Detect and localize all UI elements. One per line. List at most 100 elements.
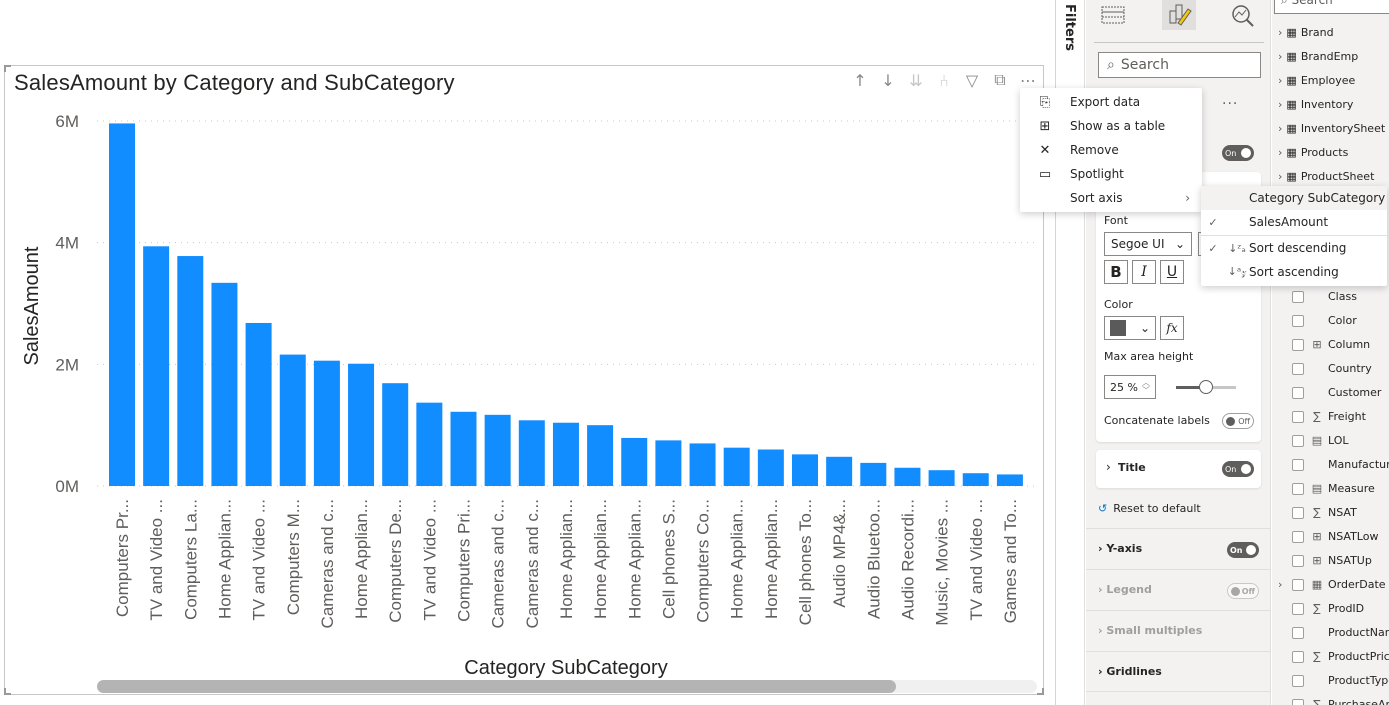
bar[interactable] — [757, 449, 784, 487]
bar[interactable] — [245, 322, 272, 486]
section-legend[interactable]: › Legend Off — [1086, 569, 1271, 610]
section-y-axis[interactable]: › Y-axis On — [1086, 528, 1271, 569]
focus-mode-icon[interactable]: ⧉ — [991, 70, 1009, 90]
concatenate-labels-toggle[interactable]: Off — [1222, 413, 1254, 429]
bar[interactable] — [484, 414, 511, 486]
bar[interactable] — [109, 123, 135, 486]
filter-icon[interactable]: ▽ — [963, 71, 981, 90]
field-checkbox[interactable] — [1292, 530, 1304, 543]
bar[interactable] — [450, 411, 477, 486]
field-checkbox[interactable] — [1292, 458, 1304, 471]
expand-hierarchy-icon[interactable]: ⑃ — [935, 71, 953, 90]
menu-item-remove[interactable]: ✕ Remove — [1020, 138, 1202, 162]
bar[interactable] — [928, 470, 955, 486]
menu-item-sort-axis[interactable]: Sort axis › — [1020, 186, 1202, 210]
bar[interactable] — [792, 454, 818, 486]
bar[interactable] — [416, 402, 443, 486]
menu-item-show-as-table[interactable]: ⊞ Show as a table — [1020, 114, 1202, 138]
menu-item-spotlight[interactable]: ▭ Spotlight — [1020, 162, 1202, 186]
color-picker[interactable]: ⌄ — [1104, 316, 1156, 340]
field-checkbox[interactable] — [1292, 314, 1304, 327]
bar[interactable] — [552, 422, 579, 486]
bar[interactable] — [826, 456, 853, 486]
field-item[interactable]: Color — [1292, 314, 1357, 327]
legend-toggle[interactable]: Off — [1227, 583, 1259, 599]
field-item[interactable]: ∑ PurchaseAmount — [1292, 698, 1389, 705]
sort-ascending[interactable]: ↓ᵃ𝓏 Sort ascending — [1201, 260, 1387, 284]
conditional-format-button[interactable]: fx — [1160, 316, 1184, 340]
bar[interactable] — [382, 383, 409, 486]
build-visual-tab[interactable] — [1096, 0, 1130, 30]
bold-button[interactable]: B — [1104, 260, 1128, 284]
field-checkbox[interactable] — [1292, 578, 1304, 591]
field-item[interactable]: Class — [1292, 290, 1357, 303]
field-checkbox[interactable] — [1292, 626, 1304, 639]
field-item[interactable]: Manufacturer — [1292, 458, 1389, 471]
reset-to-default-button[interactable]: ↺ Reset to default — [1098, 502, 1201, 515]
field-item[interactable]: ∑ Freight — [1292, 410, 1366, 423]
table-item[interactable]: › ▦ BrandEmp — [1278, 50, 1358, 63]
bar[interactable] — [518, 420, 545, 486]
bar[interactable] — [689, 443, 716, 486]
bar[interactable] — [143, 246, 170, 486]
bar[interactable] — [313, 360, 340, 486]
spin-button-icon[interactable]: ︿ ﹀ — [1142, 379, 1150, 395]
table-item[interactable]: › ▦ InventorySheet — [1278, 122, 1385, 135]
table-item[interactable]: › ▦ Brand — [1278, 26, 1334, 39]
bar[interactable] — [860, 462, 887, 486]
section-small-multiples[interactable]: › Small multiples — [1086, 610, 1271, 651]
y-axis-toggle[interactable]: On — [1227, 542, 1259, 558]
bar[interactable] — [962, 473, 989, 486]
field-checkbox[interactable] — [1292, 410, 1304, 423]
sort-by-salesamount[interactable]: ✓ SalesAmount — [1201, 210, 1387, 234]
field-checkbox[interactable] — [1292, 554, 1304, 567]
field-item[interactable]: Country — [1292, 362, 1372, 375]
bar-chart-visual[interactable]: 0M 2M 4M 6M Computers Pr... TV and Video ... C… — [4, 65, 1044, 695]
field-checkbox[interactable] — [1292, 674, 1304, 687]
field-checkbox[interactable] — [1292, 602, 1304, 615]
bar[interactable] — [279, 354, 306, 486]
bar[interactable] — [655, 440, 682, 486]
field-item[interactable]: ∑ ProductPrice — [1292, 650, 1389, 663]
drill-down-icon[interactable]: ↓ — [879, 71, 897, 90]
font-family-dropdown[interactable]: Segoe UI ⌄ — [1104, 232, 1192, 256]
field-checkbox[interactable] — [1292, 434, 1304, 447]
field-checkbox[interactable] — [1292, 386, 1304, 399]
slider-thumb[interactable] — [1199, 380, 1213, 394]
bar[interactable] — [177, 256, 204, 486]
title-section-card[interactable]: › Title On — [1096, 450, 1261, 488]
bar[interactable] — [621, 437, 648, 486]
field-item[interactable]: ⊞ Column — [1292, 338, 1370, 351]
table-item[interactable]: › ▦ Products — [1278, 146, 1348, 159]
table-item[interactable]: › ▦ Employee — [1278, 74, 1355, 87]
title-toggle[interactable]: On — [1222, 461, 1254, 477]
field-checkbox[interactable] — [1292, 650, 1304, 663]
scrollbar-thumb[interactable] — [97, 680, 896, 693]
max-area-height-slider[interactable] — [1176, 380, 1236, 394]
sort-by-category-subcategory[interactable]: Category SubCategory — [1201, 186, 1387, 210]
drill-up-icon[interactable]: ↑ — [851, 71, 869, 90]
field-item[interactable]: ∑ ProdID — [1292, 602, 1364, 615]
field-checkbox[interactable] — [1292, 482, 1304, 495]
sort-descending[interactable]: ✓ ↓ᶻₐ Sort descending — [1201, 236, 1387, 260]
more-options-button[interactable]: ... — [1222, 92, 1238, 108]
field-checkbox[interactable] — [1292, 338, 1304, 351]
section-gridlines[interactable]: › Gridlines — [1086, 651, 1271, 692]
field-item[interactable]: ▤ LOL — [1292, 434, 1349, 447]
field-item[interactable]: › ▦ OrderDate — [1278, 578, 1386, 591]
menu-item-export-data[interactable]: ⎘ Export data — [1020, 90, 1202, 114]
format-visual-tab[interactable] — [1162, 0, 1196, 30]
horizontal-scrollbar[interactable] — [97, 680, 1037, 693]
field-checkbox[interactable] — [1292, 698, 1304, 705]
more-options-icon[interactable]: ⋯ — [1019, 71, 1037, 90]
field-item[interactable]: ▤ Measure — [1292, 482, 1375, 495]
bar[interactable] — [348, 363, 375, 486]
italic-button[interactable]: I — [1132, 260, 1156, 284]
section-toggle[interactable]: On — [1222, 145, 1254, 161]
field-checkbox[interactable] — [1292, 362, 1304, 375]
field-item[interactable]: ∑ NSAT — [1292, 506, 1357, 519]
underline-button[interactable]: U — [1160, 260, 1184, 284]
bar[interactable] — [996, 474, 1023, 486]
analytics-tab[interactable] — [1226, 0, 1260, 30]
bar[interactable] — [894, 467, 921, 486]
